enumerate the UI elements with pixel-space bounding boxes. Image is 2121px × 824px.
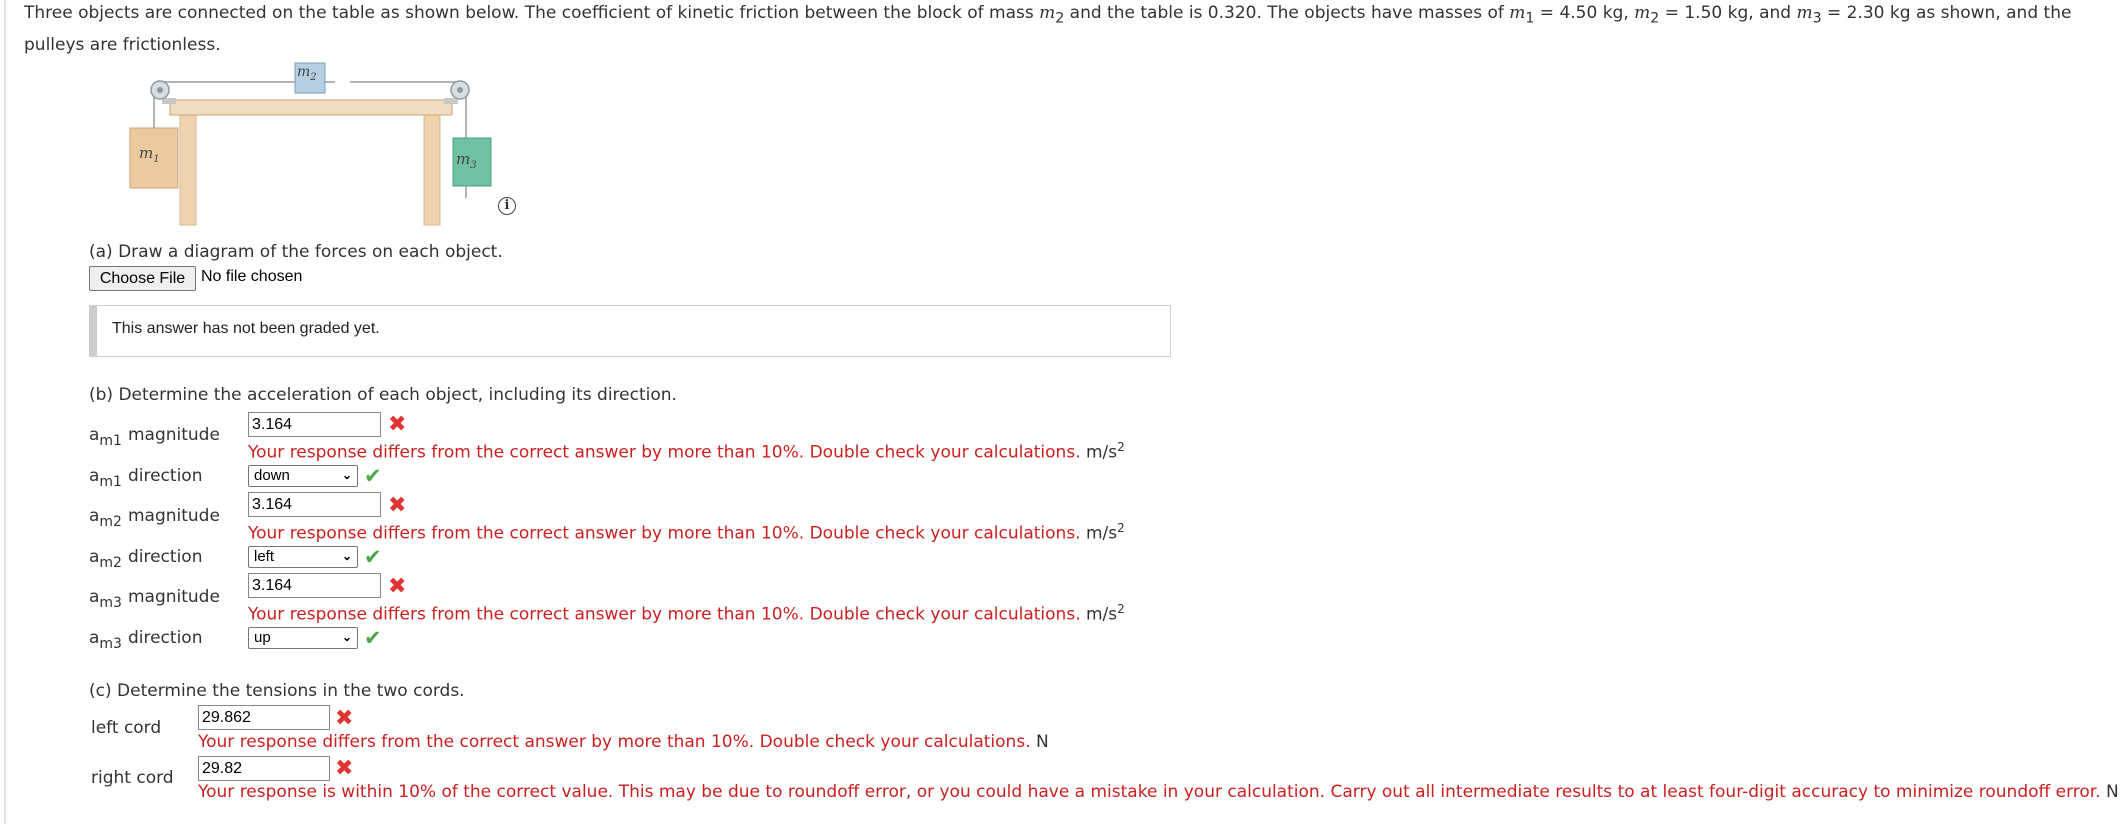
am3-direction-select[interactable]: up ⌄ [248,627,358,649]
part-b-prompt: (b) Determine the acceleration of each o… [89,385,677,405]
left-cord-feedback: Your response differs from the correct a… [198,732,1049,752]
am2-direction-label: am2 direction [89,547,203,571]
am2-magnitude-input[interactable]: 3.164 [248,492,381,517]
grade-status-text: This answer has not been graded yet. [112,320,380,337]
left-margin-rule [4,0,6,824]
choose-file-button[interactable]: Choose File [89,266,196,291]
am1-direction-select[interactable]: down ⌄ [248,465,358,487]
am3-direction-label: am3 direction [89,628,203,652]
am1-magnitude-feedback: Your response differs from the correct a… [248,440,1125,463]
left-cord-label: left cord [91,718,162,738]
chevron-down-icon: ⌄ [341,549,352,563]
incorrect-icon: ✖ [388,574,407,599]
right-cord-label: right cord [91,768,174,788]
chevron-down-icon: ⌄ [341,468,352,482]
table-top [169,99,453,116]
m2-symbol: m [1039,3,1056,23]
correct-icon: ✔ [364,626,382,650]
am1-magnitude-label: am1 magnitude [89,425,220,449]
m3-figure-label: m3 [456,150,477,171]
part-c-prompt: (c) Determine the tensions in the two co… [89,681,465,701]
am2-magnitude-feedback: Your response differs from the correct a… [248,521,1125,544]
part-a-prompt: (a) Draw a diagram of the forces on each… [89,242,503,262]
am1-direction-label: am1 direction [89,466,203,490]
am2-magnitude-label: am2 magnitude [89,506,220,530]
left-cord-input[interactable]: 29.862 [198,705,330,730]
right-cord-feedback: Your response is within 10% of the corre… [198,782,2119,802]
chevron-down-icon: ⌄ [341,630,352,644]
correct-icon: ✔ [364,464,382,488]
am3-magnitude-feedback: Your response differs from the correct a… [248,602,1125,625]
no-file-chosen-label: No file chosen [201,268,303,285]
incorrect-icon: ✖ [388,412,407,437]
incorrect-icon: ✖ [335,756,354,781]
problem-statement: Three objects are connected on the table… [24,3,2072,56]
table-leg-left [179,114,197,226]
am3-magnitude-input[interactable]: 3.164 [248,573,381,598]
incorrect-icon: ✖ [335,706,354,731]
m2-figure-label: m2 [297,64,317,83]
m1-figure-label: m1 [139,144,160,165]
table-leg-right [423,114,441,226]
right-cord-input[interactable]: 29.82 [198,756,330,781]
am1-magnitude-input[interactable]: 3.164 [248,412,381,437]
am2-direction-select[interactable]: left ⌄ [248,546,358,568]
correct-icon: ✔ [364,545,382,569]
info-icon[interactable]: i [498,197,516,215]
pulley-table-figure [129,62,492,226]
am3-magnitude-label: am3 magnitude [89,587,220,611]
incorrect-icon: ✖ [388,493,407,518]
